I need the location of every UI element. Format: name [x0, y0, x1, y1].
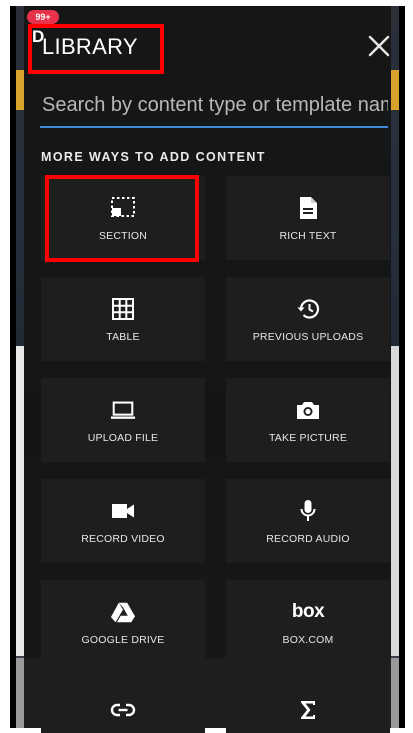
video-icon [112, 503, 134, 518]
section-heading: MORE WAYS TO ADD CONTENT [41, 150, 266, 164]
box-icon: box [291, 599, 325, 625]
box-logo-text: box [291, 600, 325, 622]
tile-label: PREVIOUS UPLOADS [252, 330, 364, 343]
background-accent [391, 70, 399, 110]
tile-record-video[interactable]: RECORD VIDEO [41, 479, 205, 563]
table-icon [112, 297, 134, 320]
tile-upload-file[interactable]: UPLOAD FILE [41, 378, 205, 462]
history-icon [297, 298, 320, 319]
tile-formula[interactable] [226, 681, 390, 733]
tile-rich-text[interactable]: RICH TEXT [226, 176, 390, 260]
title-highlight-box [28, 24, 164, 74]
close-button[interactable] [367, 34, 391, 58]
tile-label: RICH TEXT [279, 229, 337, 242]
tile-label: RECORD AUDIO [266, 532, 350, 545]
laptop-icon [110, 401, 136, 419]
search-input[interactable] [40, 84, 388, 128]
close-icon [368, 35, 390, 57]
background-panel [16, 346, 24, 656]
section-highlight-box [45, 175, 199, 262]
tile-google-drive[interactable]: GOOGLE DRIVE [41, 580, 205, 664]
tile-label: RECORD VIDEO [81, 532, 165, 545]
background-panel [391, 346, 399, 656]
tile-label: TAKE PICTURE [268, 431, 348, 444]
tile-table[interactable]: TABLE [41, 277, 205, 361]
microphone-icon [300, 499, 316, 521]
tile-record-audio[interactable]: RECORD AUDIO [226, 479, 390, 563]
tile-label: UPLOAD FILE [87, 431, 159, 444]
notification-badge: 99+ [27, 10, 59, 24]
sigma-icon [301, 701, 315, 719]
background-accent [16, 70, 24, 110]
tile-label: TABLE [106, 330, 140, 343]
link-icon [110, 703, 136, 717]
camera-icon [297, 401, 319, 419]
tile-label: GOOGLE DRIVE [81, 633, 165, 646]
tile-take-picture[interactable]: TAKE PICTURE [226, 378, 390, 462]
document-icon [300, 196, 317, 219]
tile-previous-uploads[interactable]: PREVIOUS UPLOADS [226, 277, 390, 361]
tile-box-com[interactable]: box BOX.COM [226, 580, 390, 664]
tile-link[interactable] [41, 681, 205, 733]
tile-label: BOX.COM [282, 633, 334, 646]
google-drive-icon [110, 602, 136, 622]
